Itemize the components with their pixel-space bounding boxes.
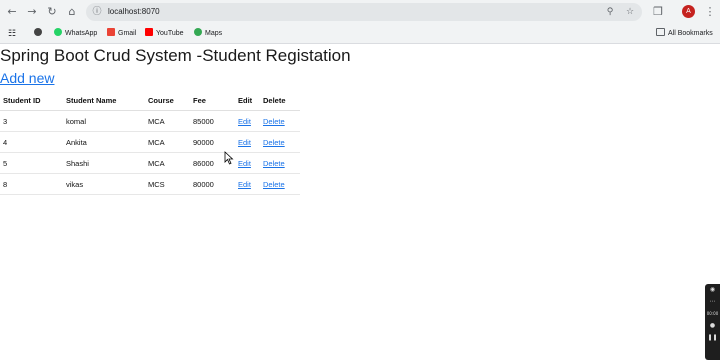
- delete-link[interactable]: Delete: [263, 117, 285, 126]
- student-name-cell: Shashi: [63, 152, 145, 174]
- edit-link[interactable]: Edit: [238, 138, 251, 147]
- all-bookmarks[interactable]: All Bookmarks: [656, 24, 713, 43]
- recording-timer: 00:00: [706, 311, 719, 316]
- forward-arrow-icon[interactable]: →: [24, 4, 40, 20]
- edit-link[interactable]: Edit: [238, 117, 251, 126]
- table-row: 4 Ankita MCA 90000 Edit Delete: [0, 131, 300, 153]
- column-header: Delete: [260, 90, 300, 111]
- folder-icon: [656, 28, 665, 37]
- bookmark-maps[interactable]: Maps: [194, 24, 222, 43]
- delete-link[interactable]: Delete: [263, 159, 285, 168]
- maps-pin-icon: [194, 28, 202, 37]
- students-table: Student ID Student Name Course Fee Edit …: [0, 90, 300, 195]
- column-header: Student ID: [0, 90, 63, 111]
- home-icon[interactable]: ⌂: [64, 4, 80, 20]
- column-header: Fee: [190, 90, 235, 111]
- student-id-cell: 5: [0, 152, 63, 174]
- delete-link[interactable]: Delete: [263, 138, 285, 147]
- student-name-cell: Ankita: [63, 131, 145, 153]
- column-header: Edit: [235, 90, 260, 111]
- student-id-cell: 4: [0, 131, 63, 153]
- fee-cell: 90000: [190, 131, 235, 153]
- reload-icon[interactable]: ↻: [44, 4, 60, 20]
- bookmark-star-icon[interactable]: ☆: [622, 4, 638, 20]
- page-title: Spring Boot Crud System -Student Regista…: [0, 46, 351, 65]
- extensions-icon[interactable]: ❒: [650, 4, 666, 20]
- bookmark-whatsapp[interactable]: WhatsApp: [54, 24, 97, 43]
- youtube-icon: [145, 28, 153, 37]
- delete-cell: Delete: [260, 173, 300, 195]
- student-name-cell: vikas: [63, 173, 145, 195]
- fee-cell: 85000: [190, 110, 235, 132]
- bookmarks-bar: ☷ WhatsApp Gmail YouTube Maps All Bookma…: [0, 24, 720, 44]
- bookmark-youtube[interactable]: YouTube: [145, 24, 184, 43]
- student-name-cell: komal: [63, 110, 145, 132]
- course-cell: MCA: [145, 152, 190, 174]
- edit-link[interactable]: Edit: [238, 180, 251, 189]
- recorder-widget[interactable]: ◉ ⋯ 00:00 ● ❚❚: [705, 284, 720, 360]
- delete-link[interactable]: Delete: [263, 180, 285, 189]
- edit-cell: Edit: [235, 131, 260, 153]
- bookmark-gmail[interactable]: Gmail: [107, 24, 136, 43]
- course-cell: MCA: [145, 110, 190, 132]
- fee-cell: 80000: [190, 173, 235, 195]
- column-header: Student Name: [63, 90, 145, 111]
- delete-cell: Delete: [260, 131, 300, 153]
- edit-cell: Edit: [235, 110, 260, 132]
- delete-cell: Delete: [260, 152, 300, 174]
- more-dots-icon[interactable]: ⋯: [705, 296, 720, 308]
- edit-cell: Edit: [235, 152, 260, 174]
- menu-kebab-icon[interactable]: ⋮: [702, 4, 718, 20]
- apps-grid-icon[interactable]: ☷: [8, 24, 16, 43]
- edit-cell: Edit: [235, 173, 260, 195]
- profile-avatar[interactable]: A: [682, 5, 695, 18]
- course-cell: MCA: [145, 131, 190, 153]
- pause-icon[interactable]: ❚❚: [705, 332, 720, 344]
- whatsapp-icon: [54, 28, 62, 37]
- back-arrow-icon[interactable]: ←: [4, 4, 20, 20]
- student-id-cell: 8: [0, 173, 63, 195]
- microphone-icon[interactable]: ●: [705, 320, 720, 332]
- student-id-cell: 3: [0, 110, 63, 132]
- camera-icon[interactable]: ◉: [705, 284, 720, 296]
- table-header-row: Student ID Student Name Course Fee Edit …: [0, 90, 300, 111]
- gmail-icon: [107, 28, 115, 37]
- table-row: 3 komal MCA 85000 Edit Delete: [0, 110, 300, 132]
- address-bar[interactable]: ⓘ localhost:8070 ⚲ ☆: [86, 3, 642, 21]
- edit-link[interactable]: Edit: [238, 159, 251, 168]
- site-info-icon[interactable]: ⓘ: [89, 4, 105, 20]
- url-text[interactable]: localhost:8070: [108, 3, 160, 21]
- course-cell: MCS: [145, 173, 190, 195]
- column-header: Course: [145, 90, 190, 111]
- delete-cell: Delete: [260, 110, 300, 132]
- browser-toolbar: ← → ↻ ⌂ ⓘ localhost:8070 ⚲ ☆ ❒ A ⋮: [0, 0, 720, 24]
- mouse-cursor-icon: [224, 151, 234, 165]
- table-row: 8 vikas MCS 80000 Edit Delete: [0, 173, 300, 195]
- chrome-icon[interactable]: [34, 24, 45, 43]
- table-row: 5 Shashi MCA 86000 Edit Delete: [0, 152, 300, 174]
- zoom-icon[interactable]: ⚲: [602, 4, 618, 20]
- add-new-link[interactable]: Add new: [0, 70, 54, 86]
